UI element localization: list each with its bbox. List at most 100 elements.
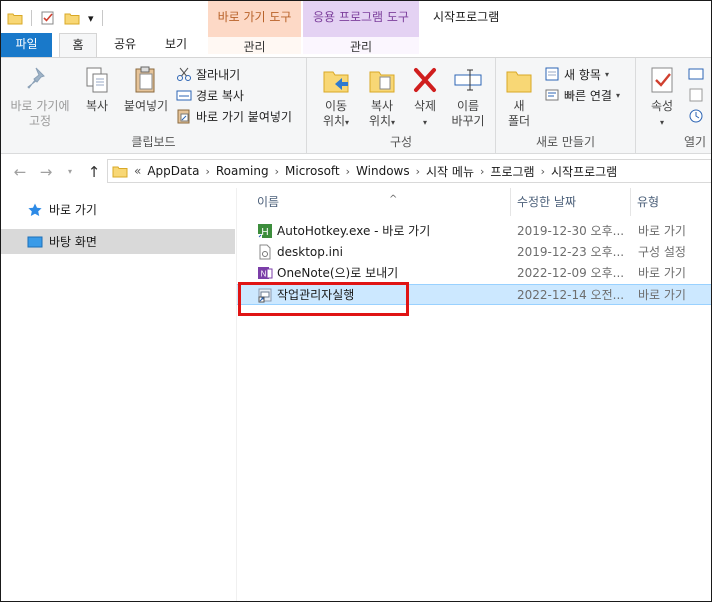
move-to-button[interactable]: 이동 위치▾: [313, 64, 359, 130]
qat-dropdown-icon[interactable]: ▾: [88, 12, 94, 25]
file-type: 바로 가기: [638, 224, 686, 238]
clipboard-group: 바로 가기에 고정 복사 붙여넣기 잘라내기 경로 복사 바로 가기 붙여넣기: [1, 58, 307, 154]
app-tools-header: 응용 프로그램 도구: [313, 10, 409, 24]
tab-share[interactable]: 공유: [105, 33, 145, 57]
file-name: desktop.ini: [277, 245, 343, 259]
history-icon[interactable]: [688, 108, 704, 124]
ini-file-icon: [259, 244, 271, 260]
rename-label: 이름 바꾸기: [451, 99, 485, 128]
qat-divider: [101, 10, 103, 26]
file-name: AutoHotkey.exe - 바로 가기: [277, 224, 431, 238]
window-title: 시작프로그램: [433, 10, 500, 24]
folder-icon[interactable]: [7, 10, 23, 26]
paste-shortcut-button[interactable]: 바로 가기 붙여넣기: [176, 106, 292, 126]
nav-item-label: 바탕 화면: [49, 235, 97, 249]
breadcrumb-overflow[interactable]: «: [134, 164, 141, 178]
up-arrow-icon[interactable]: ↑: [85, 163, 103, 181]
file-name: OneNote(으)로 보내기: [277, 266, 399, 280]
breadcrumb-chevron-icon[interactable]: ›: [541, 165, 545, 178]
open-icon[interactable]: [688, 66, 704, 82]
breadcrumb-chevron-icon[interactable]: ›: [416, 165, 420, 178]
breadcrumb-start-menu[interactable]: 시작 메뉴: [426, 163, 474, 180]
file-modified: 2022-12-14 오전...: [517, 288, 625, 302]
clipboard-group-label: 클립보드: [131, 135, 176, 149]
breadcrumb-startup[interactable]: 시작프로그램: [551, 163, 617, 180]
breadcrumb-chevron-icon[interactable]: ›: [346, 165, 350, 178]
copy-to-button[interactable]: 복사 위치▾: [359, 64, 405, 130]
column-type-label: 유형: [637, 195, 660, 209]
new-item-icon: [545, 67, 559, 81]
tab-file[interactable]: 파일: [1, 33, 52, 57]
qat-divider: [31, 10, 32, 26]
file-row[interactable]: N OneNote(으)로 보내기 2022-12-09 오후... 바로 가기: [237, 263, 711, 283]
navigation-pane: 바로 가기 바탕 화면: [1, 188, 237, 601]
recent-locations-icon[interactable]: ▾: [61, 163, 79, 181]
easy-access-icon: [545, 89, 559, 101]
tab-view[interactable]: 보기: [153, 33, 199, 57]
file-modified: 2019-12-23 오후...: [517, 245, 625, 259]
file-row[interactable]: desktop.ini 2019-12-23 오후... 구성 설정: [237, 242, 711, 262]
copy-to-caret-icon: ▾: [391, 118, 396, 127]
forward-arrow-icon[interactable]: →: [37, 163, 55, 181]
copy-icon: [86, 67, 108, 93]
column-header-name[interactable]: 이름 ^: [251, 188, 511, 216]
breadcrumb-chevron-icon[interactable]: ›: [480, 165, 484, 178]
file-row[interactable]: H AutoHotkey.exe - 바로 가기 2019-12-30 오후..…: [237, 221, 711, 241]
pin-label: 바로 가기에 고정: [10, 99, 70, 128]
paste-shortcut-icon: [177, 109, 190, 124]
new-item-button[interactable]: 새 항목 ▾: [544, 64, 609, 84]
back-arrow-icon[interactable]: ←: [11, 163, 29, 181]
breadcrumb-chevron-icon[interactable]: ›: [205, 165, 209, 178]
file-modified: 2019-12-30 오후...: [517, 224, 625, 238]
properties-check-icon[interactable]: [40, 10, 56, 26]
file-list: 이름 ^ 수정한 날짜 유형 H AutoHotkey.exe - 바로 가기 …: [237, 188, 711, 601]
breadcrumb-programs[interactable]: 프로그램: [490, 163, 534, 180]
copy-path-label: 경로 복사: [196, 88, 244, 103]
ribbon: 바로 가기에 고정 복사 붙여넣기 잘라내기 경로 복사 바로 가기 붙여넣기: [1, 57, 711, 154]
sort-ascending-icon: ^: [389, 194, 398, 205]
rename-icon: [454, 69, 482, 91]
pin-icon: [27, 67, 45, 89]
move-to-caret-icon: ▾: [345, 118, 350, 127]
organize-group-label: 구성: [389, 135, 413, 149]
new-item-caret-icon: ▾: [604, 69, 609, 79]
paste-button[interactable]: 붙여넣기: [119, 64, 173, 114]
breadcrumb-appdata[interactable]: AppData: [147, 164, 199, 178]
column-header-type[interactable]: 유형: [631, 188, 711, 216]
breadcrumb-windows[interactable]: Windows: [356, 164, 410, 178]
breadcrumb-roaming[interactable]: Roaming: [216, 164, 269, 178]
nav-item-quick-access[interactable]: 바로 가기: [1, 197, 235, 222]
title-bar: ▾ 바로 가기 도구 관리 응용 프로그램 도구 관리 시작프로그램: [1, 1, 711, 54]
rename-button[interactable]: 이름 바꾸기: [445, 64, 491, 129]
breadcrumb-microsoft[interactable]: Microsoft: [285, 164, 340, 178]
easy-access-label: 빠른 연결: [564, 88, 612, 103]
open-group: 속성 ▾ 열기: [636, 58, 711, 154]
new-folder-icon[interactable]: [64, 10, 80, 26]
breadcrumb-chevron-icon[interactable]: ›: [275, 165, 279, 178]
new-group-label: 새로 만들기: [535, 135, 595, 149]
easy-access-button[interactable]: 빠른 연결 ▾: [544, 85, 620, 105]
paste-shortcut-label: 바로 가기 붙여넣기: [196, 109, 292, 124]
new-folder-icon: [506, 71, 532, 93]
copy-button[interactable]: 복사: [77, 64, 117, 114]
paste-icon: [135, 66, 155, 93]
nav-item-desktop[interactable]: 바탕 화면: [1, 229, 235, 254]
new-folder-button[interactable]: 새 폴더: [500, 64, 538, 129]
edit-icon[interactable]: [688, 87, 704, 103]
delete-x-icon: [414, 68, 436, 92]
properties-button[interactable]: 속성 ▾: [644, 64, 680, 130]
copy-to-label: 복사 위치: [368, 99, 394, 128]
address-bar[interactable]: « AppData › Roaming › Microsoft › Windows › …: [107, 159, 711, 183]
delete-button[interactable]: 삭제 ▾: [407, 64, 443, 130]
new-folder-label: 새 폴더: [507, 99, 531, 128]
tab-home[interactable]: 홈: [59, 33, 97, 58]
svg-text:H: H: [261, 227, 268, 238]
file-type: 구성 설정: [638, 245, 686, 259]
organize-group: 이동 위치▾ 복사 위치▾ 삭제 ▾ 이름 바꾸기 구성: [307, 58, 496, 154]
quick-access-toolbar: ▾: [7, 7, 103, 29]
pin-quick-access-button[interactable]: 바로 가기에 고정: [5, 64, 75, 129]
cut-button[interactable]: 잘라내기: [176, 64, 240, 84]
delete-label: 삭제: [413, 99, 437, 113]
copy-path-button[interactable]: 경로 복사: [176, 85, 244, 105]
column-header-modified[interactable]: 수정한 날짜: [511, 188, 631, 216]
